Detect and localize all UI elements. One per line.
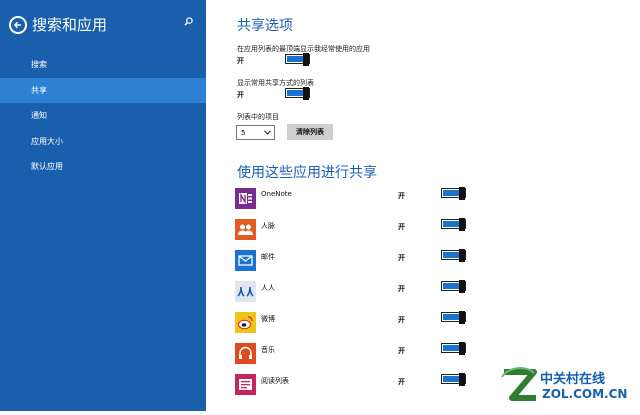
watermark-brand: 中关村在线 bbox=[540, 372, 606, 387]
settings-sidebar: 搜索和应用 搜索 共享 通知 应用大小 默认应用 bbox=[0, 0, 206, 411]
app-name: 人脉 bbox=[261, 222, 275, 230]
app-name: 音乐 bbox=[261, 346, 275, 354]
list-items-value: 5 bbox=[241, 129, 246, 137]
sidebar-item-default-apps[interactable]: 默认应用 bbox=[0, 154, 206, 179]
app-name: 人人 bbox=[261, 284, 275, 292]
app-toggle[interactable] bbox=[441, 311, 466, 324]
watermark-logo: 中关村在线 ZOL.COM.CN bbox=[490, 356, 640, 411]
clear-list-button[interactable]: 清除列表 bbox=[287, 124, 333, 140]
app-toggle[interactable] bbox=[441, 218, 466, 231]
app-row: 阅读列表 开 bbox=[235, 373, 495, 398]
chevron-down-icon bbox=[264, 130, 271, 135]
app-row: 人脉 开 bbox=[235, 218, 495, 243]
app-toggle[interactable] bbox=[441, 249, 466, 262]
app-name: 微博 bbox=[261, 315, 275, 323]
sidebar-item-notifications[interactable]: 通知 bbox=[0, 103, 206, 128]
music-icon bbox=[235, 343, 256, 364]
app-state: 开 bbox=[398, 254, 405, 262]
app-row: 音乐 开 bbox=[235, 342, 495, 367]
sidebar-nav: 搜索 共享 通知 应用大小 默认应用 bbox=[0, 52, 206, 180]
weibo-icon bbox=[235, 312, 256, 333]
onenote-icon bbox=[235, 188, 256, 209]
app-toggle[interactable] bbox=[441, 373, 466, 386]
app-toggle[interactable] bbox=[441, 187, 466, 200]
app-state: 开 bbox=[398, 192, 405, 200]
list-items-select[interactable]: 5 bbox=[236, 125, 275, 140]
settings-main: 共享选项 在应用列表的最顶端显示我经常使用的应用 开 显示常用共享方式的列表 开… bbox=[206, 0, 640, 411]
app-state: 开 bbox=[398, 316, 405, 324]
app-state: 开 bbox=[398, 347, 405, 355]
list-items-label: 列表中的项目 bbox=[237, 113, 279, 121]
app-row: 人人 开 bbox=[235, 280, 495, 305]
sidebar-item-search[interactable]: 搜索 bbox=[0, 52, 206, 77]
sidebar-item-app-sizes[interactable]: 应用大小 bbox=[0, 129, 206, 154]
watermark-domain: ZOL.COM.CN bbox=[542, 387, 628, 401]
app-toggle[interactable] bbox=[441, 342, 466, 355]
app-name: 邮件 bbox=[261, 253, 275, 261]
app-state: 开 bbox=[398, 378, 405, 386]
share-list-state: 开 bbox=[237, 91, 244, 99]
frequent-apps-toggle[interactable] bbox=[285, 53, 310, 66]
share-options-title: 共享选项 bbox=[237, 18, 293, 34]
app-row: 微博 开 bbox=[235, 311, 495, 336]
back-button[interactable] bbox=[9, 16, 27, 34]
app-toggle[interactable] bbox=[441, 280, 466, 293]
share-list-toggle[interactable] bbox=[285, 87, 310, 100]
app-state: 开 bbox=[398, 285, 405, 293]
app-row: 邮件 开 bbox=[235, 249, 495, 274]
frequent-apps-state: 开 bbox=[237, 57, 244, 65]
search-icon[interactable] bbox=[184, 17, 193, 26]
share-apps-title: 使用这些应用进行共享 bbox=[237, 165, 377, 181]
app-row: OneNote 开 bbox=[235, 187, 495, 212]
app-name: OneNote bbox=[261, 190, 292, 198]
people-icon bbox=[235, 219, 256, 240]
back-arrow-icon bbox=[13, 21, 21, 29]
sidebar-title: 搜索和应用 bbox=[32, 16, 108, 34]
sidebar-item-share[interactable]: 共享 bbox=[0, 77, 206, 103]
app-state: 开 bbox=[398, 223, 405, 231]
reading-list-icon bbox=[235, 374, 256, 395]
renren-icon bbox=[235, 281, 256, 302]
mail-icon bbox=[235, 250, 256, 271]
app-name: 阅读列表 bbox=[261, 377, 289, 385]
